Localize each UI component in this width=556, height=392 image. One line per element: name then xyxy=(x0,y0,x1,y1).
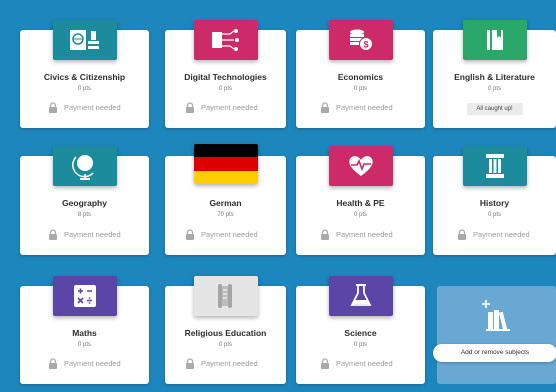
subject-points: 0 pts xyxy=(77,86,91,92)
all-caught-up-badge: All caught up! xyxy=(466,103,523,115)
passport-icon xyxy=(52,20,117,60)
subject-name: Maths xyxy=(72,328,97,338)
subject-name: English & Literature xyxy=(454,72,535,82)
german-flag-icon xyxy=(193,144,258,184)
calculator-icon xyxy=(52,276,117,316)
subject-points: 0 pts xyxy=(487,86,501,92)
lock-icon xyxy=(320,229,330,240)
circuit-icon xyxy=(193,20,258,60)
payment-status[interactable]: Payment needed xyxy=(48,229,121,240)
payment-status[interactable]: Payment needed xyxy=(185,229,258,240)
svg-text:$: $ xyxy=(363,40,368,50)
subject-card-science[interactable]: Science 0 pts Payment needed xyxy=(296,276,425,384)
subject-card-religious-education[interactable]: Religious Education 0 pts Payment needed xyxy=(165,276,286,384)
payment-label: Payment needed xyxy=(64,103,121,112)
lock-icon xyxy=(48,358,58,369)
subject-name: German xyxy=(209,198,242,208)
lock-icon xyxy=(457,229,467,240)
lock-icon xyxy=(185,102,195,113)
payment-label: Payment needed xyxy=(336,359,393,368)
subject-card-digital-technologies[interactable]: Digital Technologies 0 pts Payment neede… xyxy=(165,20,286,128)
subject-points: 0 pts xyxy=(353,342,367,348)
lock-icon xyxy=(320,358,330,369)
payment-status[interactable]: Payment needed xyxy=(48,102,121,113)
payment-label: Payment needed xyxy=(336,230,393,239)
payment-label: Payment needed xyxy=(201,359,258,368)
subject-points: 0 pts xyxy=(77,342,91,348)
subject-card-maths[interactable]: Maths 0 pts Payment needed xyxy=(20,276,149,384)
subject-card-civics[interactable]: Civics & Citizenship 0 pts Payment neede… xyxy=(20,20,149,128)
subject-points: 0 pts xyxy=(353,86,367,92)
payment-status[interactable]: Payment needed xyxy=(185,102,258,113)
lock-icon xyxy=(48,229,58,240)
lock-icon xyxy=(185,358,195,369)
column-icon xyxy=(462,146,527,186)
payment-label: Payment needed xyxy=(336,103,393,112)
subject-name: Religious Education xyxy=(184,328,267,338)
add-subjects-card[interactable]: Add or remove subjects xyxy=(433,286,556,384)
lock-icon xyxy=(320,102,330,113)
subject-points: 0 pts xyxy=(353,212,367,218)
subject-card-english-literature[interactable]: English & Literature 0 pts All caught up… xyxy=(433,20,556,128)
subject-card-history[interactable]: History 0 pts Payment needed xyxy=(433,146,556,255)
subject-name: Civics & Citizenship xyxy=(43,72,126,82)
flask-icon xyxy=(328,276,393,316)
subject-points: 70 pts xyxy=(217,212,234,218)
scroll-icon xyxy=(193,276,258,316)
payment-label: Payment needed xyxy=(473,230,530,239)
globe-icon xyxy=(52,146,117,186)
subject-name: Digital Technologies xyxy=(184,72,267,82)
subject-name: Economics xyxy=(337,72,384,82)
lock-icon xyxy=(185,229,195,240)
lock-icon xyxy=(48,102,58,113)
payment-label: Payment needed xyxy=(64,230,121,239)
subject-name: Science xyxy=(344,328,377,338)
subject-card-economics[interactable]: $ Economics 0 pts Payment needed xyxy=(296,20,425,128)
subject-points: 0 pts xyxy=(218,342,232,348)
subject-name: Health & PE xyxy=(336,198,385,208)
add-remove-subjects-button[interactable]: Add or remove subjects xyxy=(433,344,556,362)
payment-status[interactable]: Payment needed xyxy=(320,102,393,113)
subject-card-german[interactable]: German 70 pts Payment needed xyxy=(165,144,286,255)
add-books-icon xyxy=(479,300,513,337)
payment-label: Payment needed xyxy=(64,359,121,368)
subject-name: Geography xyxy=(62,198,107,208)
payment-status[interactable]: Payment needed xyxy=(48,358,121,369)
subject-points: 8 pts xyxy=(77,212,91,218)
payment-status[interactable]: Payment needed xyxy=(185,358,258,369)
coins-icon: $ xyxy=(328,20,393,60)
subject-points: 0 pts xyxy=(218,86,232,92)
book-icon xyxy=(462,20,527,60)
payment-status[interactable]: Payment needed xyxy=(457,229,530,240)
payment-status[interactable]: Payment needed xyxy=(320,358,393,369)
heartbeat-icon xyxy=(328,146,393,186)
subject-name: History xyxy=(479,198,510,208)
payment-label: Payment needed xyxy=(201,230,258,239)
subject-card-geography[interactable]: Geography 8 pts Payment needed xyxy=(20,146,149,255)
subject-card-health-pe[interactable]: Health & PE 0 pts Payment needed xyxy=(296,146,425,255)
subject-points: 0 pts xyxy=(487,212,501,218)
payment-label: Payment needed xyxy=(201,103,258,112)
payment-status[interactable]: Payment needed xyxy=(320,229,393,240)
